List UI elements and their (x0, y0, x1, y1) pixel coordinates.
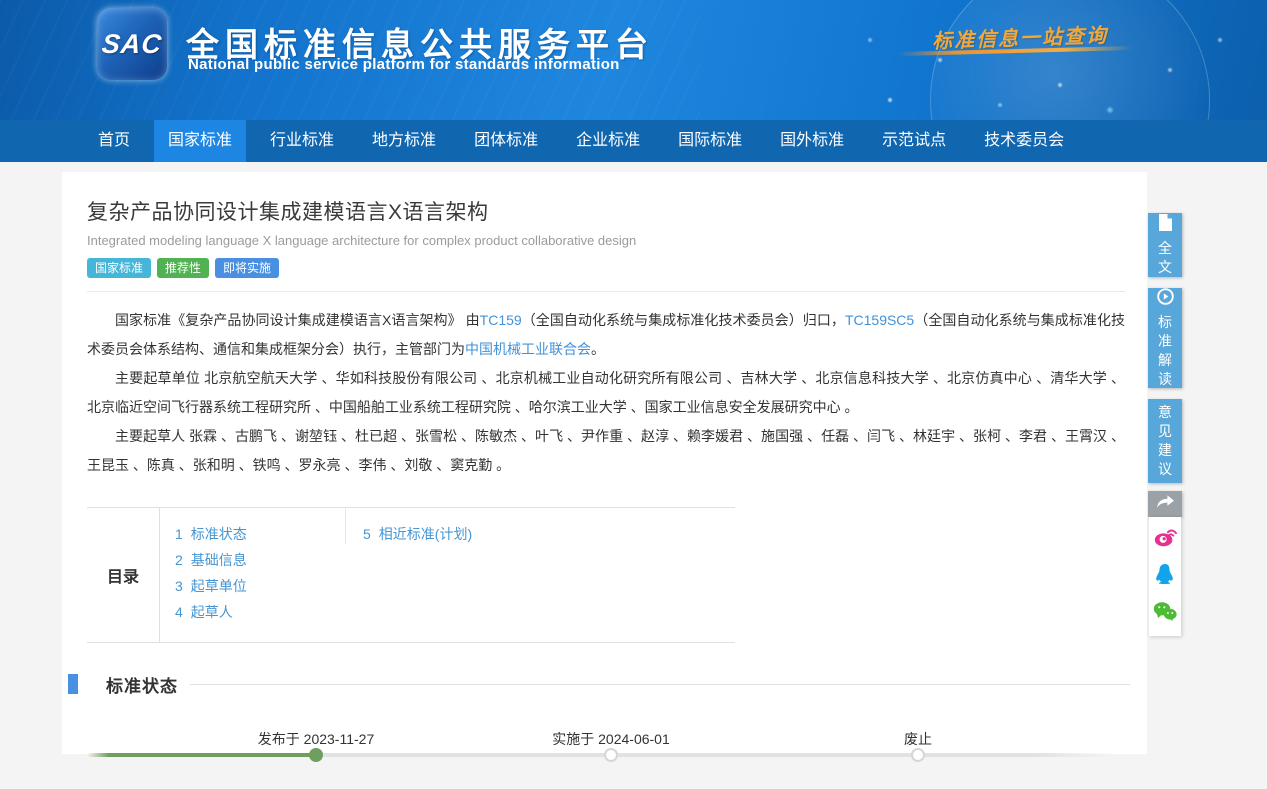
nav-item-industry-standards[interactable]: 行业标准 (256, 120, 348, 162)
toc-label-cell: 目录 (87, 508, 160, 642)
weibo-icon[interactable] (1154, 526, 1177, 552)
feedback-button[interactable]: 意见建议 (1148, 399, 1182, 483)
nav-item-home[interactable]: 首页 (84, 120, 144, 162)
status-section: 标准状态 发布于 2023-11-27 实施于 2024-06-01 废止 (87, 673, 1125, 789)
drafters-paragraph: 主要起草人 张霖 、古鹏飞 、谢堃钰 、杜已超 、张雪松 、陈敏杰 、叶飞 、尹… (87, 422, 1125, 480)
main-panel: 复杂产品协同设计集成建模语言X语言架构 Integrated modeling … (62, 172, 1147, 754)
feedback-label: 意见建议 (1157, 403, 1173, 479)
timeline-label-implemented: 实施于 2024-06-01 (552, 729, 670, 749)
toc-item-similar-standards[interactable]: 5相近标准(计划) (363, 521, 472, 547)
timeline-dot-implemented (604, 748, 618, 762)
timeline-label-abolished: 废止 (904, 729, 932, 749)
site-subtitle: National public service platform for sta… (188, 56, 620, 73)
standard-title-cn: 复杂产品协同设计集成建模语言X语言架构 (87, 196, 1125, 226)
nav-item-local-standards[interactable]: 地方标准 (358, 120, 450, 162)
link-tc159[interactable]: TC159 (480, 312, 522, 328)
intro-text: 国家标准《复杂产品协同设计集成建模语言X语言架构》 由 (115, 312, 480, 328)
header-dot-texture (850, 0, 1267, 120)
toc-column-1: 1标准状态 2基础信息 3起草单位 4起草人 (160, 508, 345, 642)
nav-list: 首页 国家标准 行业标准 地方标准 团体标准 企业标准 国际标准 国外标准 示范… (84, 120, 1267, 162)
nav-item-technical-committees[interactable]: 技术委员会 (970, 120, 1078, 162)
floating-sidebar: 全文 标准解读 意见建议 (1148, 213, 1182, 636)
section-divider-line (190, 684, 1130, 685)
toc-item-drafting-units[interactable]: 3起草单位 (175, 573, 345, 599)
share-panel (1149, 517, 1181, 636)
timeline-dot-abolished (911, 748, 925, 762)
sac-logo-text: SAC (100, 29, 163, 60)
toc-item-drafters[interactable]: 4起草人 (175, 599, 345, 625)
wechat-icon[interactable] (1153, 601, 1177, 626)
full-text-button[interactable]: 全文 (1148, 213, 1182, 277)
toc-item-basic-info[interactable]: 2基础信息 (175, 547, 345, 573)
nav-item-foreign-standards[interactable]: 国外标准 (766, 120, 858, 162)
timeline-label-published: 发布于 2023-11-27 (258, 729, 374, 749)
intro-text: 。 (591, 341, 605, 357)
intro-paragraph: 国家标准《复杂产品协同设计集成建模语言X语言架构》 由TC159（全国自动化系统… (87, 306, 1125, 364)
title-divider (87, 291, 1125, 292)
standard-interpretation-button[interactable]: 标准解读 (1148, 288, 1182, 388)
drafting-units-paragraph: 主要起草单位 北京航空航天大学 、华如科技股份有限公司 、北京机械工业自动化研究… (87, 364, 1125, 422)
main-nav: 首页 国家标准 行业标准 地方标准 团体标准 企业标准 国际标准 国外标准 示范… (0, 120, 1267, 162)
share-icon (1157, 495, 1174, 514)
link-tc159sc5[interactable]: TC159SC5 (845, 312, 914, 328)
timeline-dot-published (309, 748, 323, 762)
full-text-label: 全文 (1157, 239, 1173, 277)
intro-text: （全国自动化系统与集成标准化技术委员会）归口， (522, 312, 845, 328)
toc-column-2: 5相近标准(计划) (345, 508, 472, 544)
share-button[interactable] (1148, 491, 1182, 517)
nav-item-national-standards[interactable]: 国家标准 (154, 120, 246, 162)
status-timeline: 发布于 2023-11-27 实施于 2024-06-01 废止 (87, 729, 1127, 789)
qq-icon[interactable] (1155, 563, 1175, 590)
nav-item-international-standards[interactable]: 国际标准 (664, 120, 756, 162)
nav-item-enterprise-standards[interactable]: 企业标准 (562, 120, 654, 162)
status-section-title: 标准状态 (106, 672, 178, 697)
section-accent-bar (68, 674, 78, 694)
nav-item-group-standards[interactable]: 团体标准 (460, 120, 552, 162)
site-header: SAC 全国标准信息公共服务平台 National public service… (0, 0, 1267, 120)
nav-item-pilot-programs[interactable]: 示范试点 (868, 120, 960, 162)
standard-interpretation-label: 标准解读 (1157, 313, 1173, 389)
tag-upcoming-implementation: 即将实施 (215, 258, 279, 278)
table-of-contents: 目录 1标准状态 2基础信息 3起草单位 4起草人 5相近标准(计划) (87, 507, 735, 643)
tag-recommended: 推荐性 (157, 258, 209, 278)
link-machinery-federation[interactable]: 中国机械工业联合会 (465, 341, 591, 357)
document-icon (1158, 214, 1173, 236)
tag-national-standard: 国家标准 (87, 258, 151, 278)
toc-item-standard-status[interactable]: 1标准状态 (175, 521, 345, 547)
standard-tags: 国家标准 推荐性 即将实施 (87, 258, 1125, 278)
toc-label: 目录 (107, 563, 139, 587)
play-circle-icon (1157, 288, 1174, 310)
sac-logo[interactable]: SAC (97, 8, 167, 80)
standard-title-en: Integrated modeling language X language … (87, 233, 1125, 248)
